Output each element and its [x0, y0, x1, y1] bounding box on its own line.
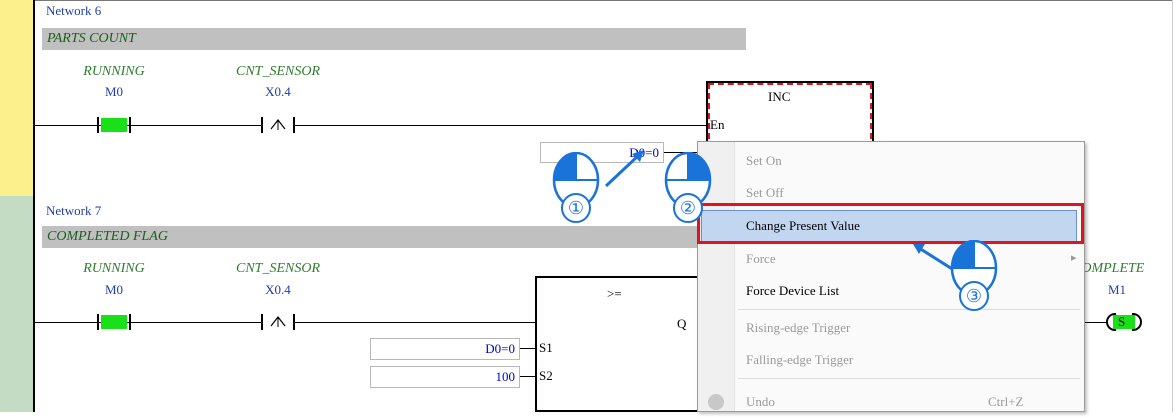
coil-wire [1085, 322, 1107, 323]
contact-running-name-2: RUNNING [83, 261, 145, 276]
network-6-label: Network 6 [46, 3, 102, 18]
compare-s1-pin: S1 [539, 340, 553, 355]
compare-input-s1[interactable]: D0=0 [370, 338, 520, 360]
contact-sensor-name-2: CNT_SENSOR [235, 261, 320, 276]
network-7-comment[interactable]: COMPLETED FLAG [42, 226, 702, 248]
s1-wire [520, 348, 536, 349]
context-menu: Set On Set Off Change Present Value Forc… [697, 141, 1085, 412]
contact-rising-x0-4-2[interactable] [261, 314, 295, 330]
compare-q-pin: Q [677, 316, 687, 331]
step-1-label: ① [568, 198, 584, 219]
submenu-arrow-icon: ▸ [1071, 252, 1077, 264]
rising-edge-icon [270, 316, 286, 327]
coil-complete-addr: M1 [1107, 282, 1127, 297]
menu-item-force[interactable]: Force [746, 243, 776, 275]
step-2-label: ② [680, 198, 696, 219]
network-6-comment[interactable]: PARTS COUNT [42, 28, 746, 50]
contact-sensor-addr: X0.4 [265, 84, 291, 99]
highlight-callout-box [697, 203, 1084, 244]
contact-sensor-addr-2: X0.4 [265, 282, 291, 297]
menu-item-falling-edge[interactable]: Falling-edge Trigger [746, 344, 853, 376]
mouse-step-3-icon: ③ [950, 240, 998, 311]
menu-item-rising-edge[interactable]: Rising-edge Trigger [746, 312, 850, 344]
rising-edge-icon [270, 119, 286, 130]
compare-block-title: >= [607, 286, 622, 301]
network-6-gutter [0, 0, 33, 196]
coil-complete-name: COMPLETE [1072, 261, 1145, 276]
contact-running-addr: M0 [104, 84, 124, 99]
left-power-rail [33, 0, 35, 412]
mouse-step-1-icon: ① [552, 152, 600, 223]
contact-running-m0-2[interactable] [97, 314, 131, 330]
menu-separator [738, 309, 1080, 310]
contact-running-addr-2: M0 [104, 282, 124, 297]
contact-running-m0[interactable] [97, 117, 131, 133]
menu-item-undo[interactable]: Undo [746, 386, 775, 418]
mouse-step-2-icon: ② [664, 152, 712, 223]
contact-running-name: RUNNING [83, 64, 145, 79]
undo-shortcut: Ctrl+Z [988, 394, 1024, 409]
coil-symbol: S [1118, 314, 1126, 329]
coil-set-m1[interactable]: S [1106, 313, 1144, 333]
compare-s2-pin: S2 [539, 368, 553, 383]
network-6-wire [35, 125, 708, 126]
menu-item-force-device-list[interactable]: Force Device List [746, 275, 839, 307]
compare-ge-block[interactable]: >= Q S1 S2 [535, 276, 710, 412]
menu-separator [738, 378, 1080, 379]
network-7-gutter [0, 196, 33, 412]
network-7-label: Network 7 [46, 203, 102, 218]
menu-item-set-on[interactable]: Set On [746, 145, 782, 177]
step-3-label: ③ [966, 286, 982, 307]
s2-wire [520, 376, 536, 377]
inc-block-title: INC [768, 89, 791, 104]
contact-rising-x0-4[interactable] [261, 117, 295, 133]
contact-sensor-name: CNT_SENSOR [235, 64, 320, 79]
top-border [35, 0, 1173, 1]
inc-en-pin: En [710, 117, 725, 132]
arrow-to-d0-icon [604, 150, 644, 188]
undo-icon [708, 394, 724, 410]
compare-input-s2[interactable]: 100 [370, 366, 520, 388]
